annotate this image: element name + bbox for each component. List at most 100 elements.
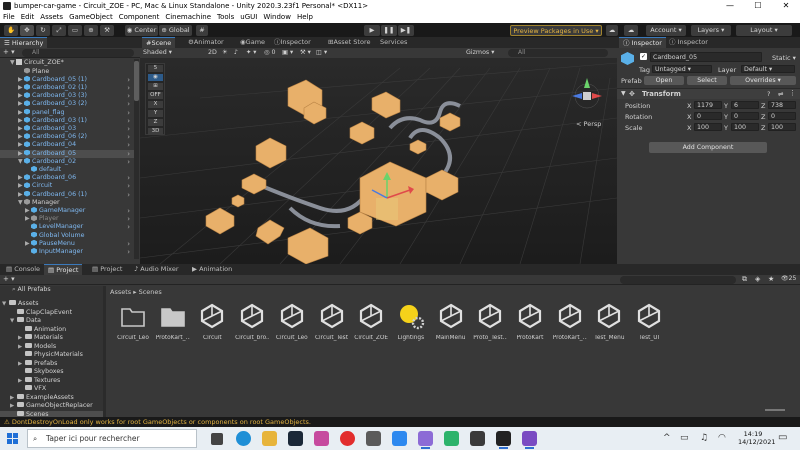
open-prefab-icon[interactable]: › — [127, 133, 130, 141]
overlay-grid-icon[interactable]: ⊞ — [148, 83, 163, 90]
step-button[interactable]: ▶❚ — [398, 25, 414, 36]
asset-item[interactable]: ProtoKart_... — [553, 302, 587, 341]
filter-label-icon[interactable]: ◈ — [755, 275, 760, 283]
prefab-open-button[interactable]: Open — [644, 76, 684, 85]
asset-item[interactable]: Lightings — [394, 302, 428, 341]
overlay-btn-x[interactable]: X — [148, 101, 163, 108]
hidden-objects-icon[interactable]: ◎ 0 — [264, 48, 276, 58]
tab-inspector-2[interactable]: ⓘInspector — [270, 37, 315, 48]
store-icon[interactable] — [392, 431, 407, 446]
tab-inspector-b[interactable]: ⓘ Inspector — [665, 37, 712, 48]
hierarchy-item[interactable]: LevelManager › — [0, 223, 138, 231]
hierarchy-search-input[interactable]: All — [22, 49, 134, 57]
move-tool-icon[interactable]: ✥ — [20, 25, 34, 36]
asset-item[interactable]: ProtoKart — [513, 302, 547, 341]
expand-icon[interactable]: ▶ — [18, 92, 24, 100]
hierarchy-item[interactable]: default — [0, 165, 138, 174]
open-prefab-icon[interactable]: › — [127, 100, 130, 108]
expand-icon[interactable]: ▶ — [25, 207, 31, 215]
menu-edit[interactable]: Edit — [18, 12, 38, 23]
unity-taskbar-icon[interactable] — [496, 431, 511, 449]
transform-rotation-z-field[interactable]: 0 — [768, 112, 796, 120]
transform-position-x-field[interactable]: 1179 — [694, 101, 722, 109]
asset-item[interactable]: Circuit_Leo — [275, 302, 309, 341]
hierarchy-scrollbar-thumb[interactable] — [134, 61, 139, 101]
folder-item[interactable]: ▶ Materials — [0, 334, 105, 343]
hierarchy-item[interactable]: ▶ Cardboard_03 (2) › — [0, 100, 138, 108]
hierarchy-item[interactable]: ▶ Cardboard_06 (2) › — [0, 133, 138, 141]
overlay-btn-snap[interactable]: 5 — [148, 65, 163, 72]
tab-services[interactable]: Services — [376, 37, 411, 48]
scene-viewport[interactable]: < Persp — [140, 58, 617, 264]
hierarchy-item[interactable]: ▼ Manager — [0, 198, 138, 207]
transform-tool-icon[interactable]: ⊕ — [84, 25, 98, 36]
menu-component[interactable]: Component — [116, 12, 163, 23]
expand-icon[interactable]: ▶ — [18, 182, 24, 190]
taskbar-clock[interactable]: 14:19 14/12/2021 — [738, 430, 775, 446]
taskbar-search[interactable]: ⌕ Taper ici pour rechercher — [27, 429, 197, 448]
expand-icon[interactable]: ▶ — [18, 76, 24, 84]
hierarchy-item[interactable]: ▶ panel_flag › — [0, 108, 138, 117]
task-view-icon[interactable] — [211, 433, 223, 445]
tab-game[interactable]: ◉Game — [236, 37, 269, 48]
asset-item[interactable]: Circuit_ZOE — [354, 302, 388, 341]
volume-icon[interactable]: ♫ — [700, 433, 708, 443]
open-prefab-icon[interactable]: › — [127, 174, 130, 182]
hierarchy-item[interactable]: ▶ Cardboard_06 › — [0, 174, 138, 182]
wifi-icon[interactable]: ◠ — [718, 433, 726, 443]
asset-item[interactable]: Test_Menu — [592, 302, 626, 341]
expand-icon[interactable]: ▶ — [18, 150, 24, 158]
opera-icon[interactable] — [340, 431, 355, 446]
favorites-all-prefabs[interactable]: ⌕ All Prefabs — [0, 286, 105, 295]
breadcrumb-scenes[interactable]: Scenes — [139, 288, 162, 296]
hierarchy-item[interactable]: InputManager › — [0, 247, 138, 256]
asset-item[interactable]: Test_UI — [632, 302, 666, 341]
close-button[interactable]: ✕ — [772, 0, 800, 12]
minimize-button[interactable]: — — [716, 0, 744, 12]
rect-tool-icon[interactable]: ▭ — [68, 25, 82, 36]
visual-studio-icon[interactable] — [522, 431, 537, 449]
open-prefab-icon[interactable]: › — [127, 207, 130, 215]
preview-packages-button[interactable]: Preview Packages in Use ▾ — [510, 25, 602, 36]
overlay-btn-off[interactable]: OFF — [148, 92, 163, 99]
asset-item[interactable]: Circuit_Leo — [116, 302, 150, 341]
menu-ugui[interactable]: uGUI — [237, 12, 260, 23]
expand-icon[interactable]: ▶ — [18, 141, 24, 149]
open-prefab-icon[interactable]: › — [127, 92, 130, 100]
tab-project[interactable]: ▤ Project — [44, 264, 83, 275]
menu-cinemachine[interactable]: Cinemachine — [162, 12, 214, 23]
folder-item[interactable]: Animation — [0, 325, 105, 335]
open-prefab-icon[interactable]: › — [127, 215, 130, 223]
hierarchy-scrollbar[interactable] — [134, 59, 139, 259]
transform-rotation-x-field[interactable]: 0 — [694, 112, 722, 120]
folder-item[interactable]: ▶ Models — [0, 342, 105, 352]
folder-item[interactable]: Skyboxes — [0, 368, 105, 377]
transform-position-y-field[interactable]: 6 — [731, 101, 759, 109]
notification-icon[interactable]: ▭ — [778, 432, 787, 443]
network-icon[interactable]: ▭ — [680, 433, 689, 443]
overlay-btn-y[interactable]: Y — [148, 110, 163, 117]
hierarchy-item[interactable]: ▶ Cardboard_04 › — [0, 141, 138, 149]
asset-item[interactable]: Circuit_Test — [315, 302, 349, 341]
tab-animator[interactable]: ⚙Animator — [184, 37, 228, 48]
folder-item[interactable]: ▶ ExampleAssets — [0, 393, 105, 403]
axis-y-label[interactable]: Y — [724, 124, 728, 132]
expand-icon[interactable]: ▶ — [18, 334, 25, 343]
expand-icon[interactable]: ▶ — [18, 117, 24, 125]
transform-scale-x-field[interactable]: 100 — [694, 123, 722, 131]
expand-icon[interactable]: ▶ — [18, 343, 25, 352]
tab-hierarchy[interactable]: ☰ Hierarchy — [0, 37, 48, 48]
expand-icon[interactable]: ▼ — [18, 158, 24, 166]
menu-file[interactable]: File — [0, 12, 18, 23]
hierarchy-item[interactable]: Global Volume — [0, 231, 138, 240]
active-checkbox[interactable]: ✓ — [640, 53, 647, 60]
hierarchy-item[interactable]: ▶ Cardboard_03 (1) › — [0, 116, 138, 125]
audio-toggle-icon[interactable]: ♪ — [234, 48, 238, 58]
open-prefab-icon[interactable]: › — [127, 248, 130, 256]
prefab-overrides-dropdown[interactable]: Overrides ▾ — [730, 76, 796, 85]
overlay-btn-3d[interactable]: 3D — [148, 128, 163, 135]
add-component-button[interactable]: Add Component — [649, 142, 767, 153]
asset-item[interactable]: ProtoKart_... — [156, 302, 190, 341]
transform-scale-y-field[interactable]: 100 — [731, 123, 759, 131]
folder-item[interactable]: PhysicMaterials — [0, 351, 105, 360]
